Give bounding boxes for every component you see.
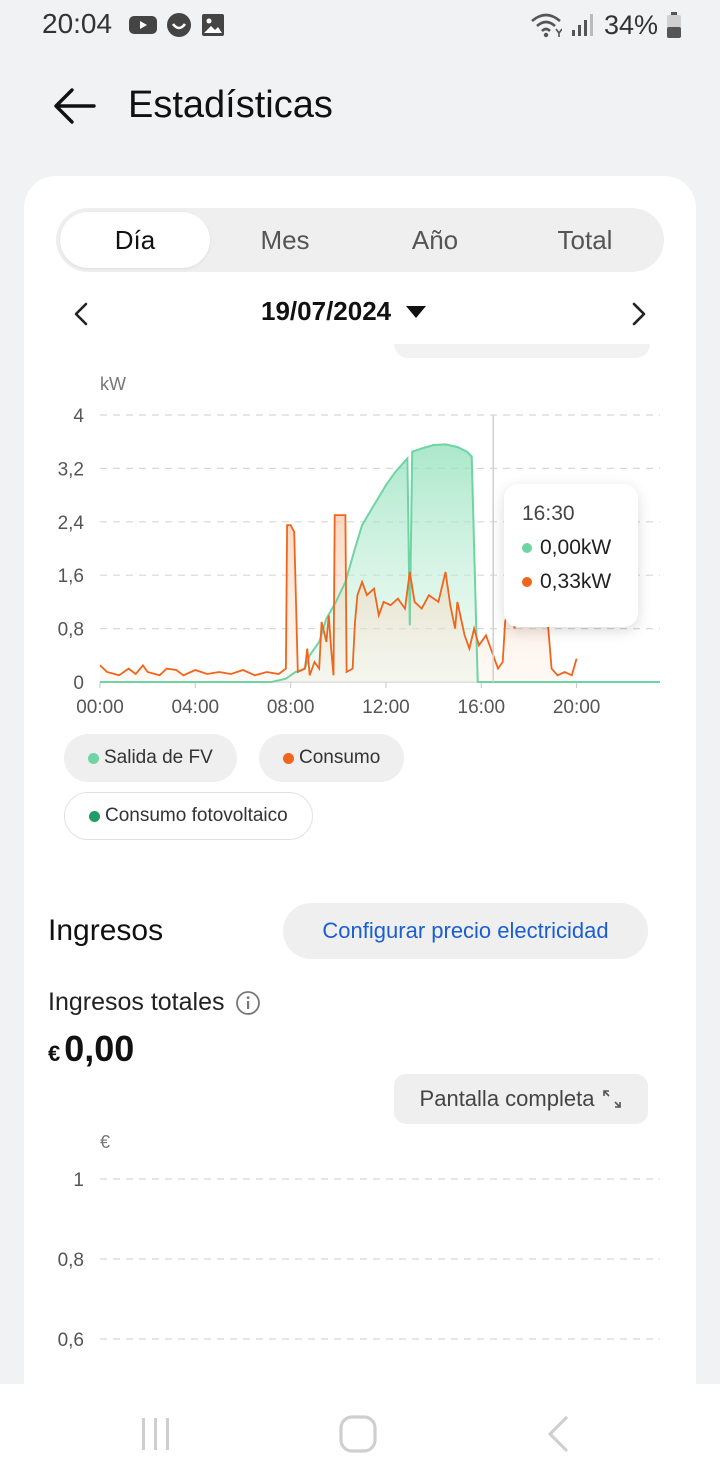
income-amount: 0,00 bbox=[64, 1028, 135, 1069]
back-button[interactable] bbox=[46, 78, 102, 134]
tooltip-value-pv: 0,00kW bbox=[540, 536, 612, 559]
tooltip-value-consumption: 0,33kW bbox=[540, 570, 612, 593]
x-tick-label: 16:00 bbox=[458, 697, 506, 718]
battery-percent: 34% bbox=[603, 9, 658, 40]
legend-label: Consumo bbox=[299, 747, 381, 768]
total-income-label-row: Ingresos totales bbox=[48, 988, 261, 1017]
y-tick-label: 1 bbox=[73, 1170, 84, 1191]
tab-ano[interactable]: Año bbox=[360, 212, 510, 268]
legend-dot bbox=[283, 752, 294, 764]
tooltip-row-consumption: 0,33kW bbox=[522, 570, 638, 594]
y-tick-label: 4 bbox=[73, 406, 84, 427]
tooltip-row-pv: 0,00kW bbox=[522, 536, 638, 560]
arrow-left-icon bbox=[54, 88, 96, 124]
youtube-icon bbox=[129, 16, 157, 34]
y-tick-label: 3,2 bbox=[58, 459, 84, 480]
legend-label: Consumo fotovoltaico bbox=[105, 805, 288, 826]
configure-price-button[interactable]: Configurar precio electricidad bbox=[283, 903, 648, 959]
period-tabs: Día Mes Año Total bbox=[56, 208, 664, 272]
income-chart-svg: €1 0,8 0,6 bbox=[58, 1132, 660, 1351]
y-tick-label: 0 bbox=[73, 673, 84, 694]
info-icon[interactable] bbox=[235, 990, 261, 1016]
caret-down-icon bbox=[406, 305, 427, 318]
chevron-left-icon[interactable] bbox=[64, 296, 100, 332]
currency-symbol: € bbox=[48, 1041, 61, 1066]
status-bar: 20:04 34% bbox=[0, 0, 720, 52]
legend-label: Salida de FV bbox=[104, 747, 213, 768]
tooltip-time: 16:30 bbox=[522, 502, 575, 525]
total-income-label: Ingresos totales bbox=[48, 988, 225, 1016]
scrolled-toolbar-edge bbox=[394, 344, 650, 358]
image-icon bbox=[202, 14, 224, 36]
total-income-value: € 0,00 bbox=[48, 1028, 134, 1070]
legend-item-consumo[interactable]: Consumo bbox=[259, 734, 405, 782]
fullscreen-button[interactable]: Pantalla completa bbox=[394, 1074, 648, 1124]
x-tick-label: 00:00 bbox=[76, 697, 124, 718]
income-section-title: Ingresos bbox=[48, 914, 164, 947]
expand-icon bbox=[603, 1090, 622, 1108]
x-tick-label: 04:00 bbox=[172, 697, 220, 718]
legend-item-salida-fv[interactable]: Salida de FV bbox=[64, 734, 237, 782]
y-tick-label: 0,6 bbox=[58, 1330, 84, 1351]
chart-tooltip: 16:30 0,00kW 0,33kW bbox=[504, 484, 638, 627]
y-tick-label: 0,8 bbox=[58, 620, 84, 641]
x-tick-label: 12:00 bbox=[362, 697, 410, 718]
legend-dot bbox=[89, 810, 100, 822]
chevron-right-icon[interactable] bbox=[620, 296, 656, 332]
y-tick-label: 2,4 bbox=[58, 513, 85, 534]
status-notification-icons bbox=[128, 10, 226, 40]
home-icon[interactable] bbox=[336, 1412, 380, 1456]
x-tick-label: 20:00 bbox=[553, 697, 601, 718]
status-time: 20:04 bbox=[42, 8, 113, 39]
app-icon bbox=[167, 13, 191, 37]
tooltip-dot-pv bbox=[522, 543, 532, 553]
date-navigator: 19/07/2024 bbox=[56, 286, 664, 342]
signal-icon bbox=[571, 14, 593, 36]
y-tick-label: 1,6 bbox=[58, 566, 84, 587]
y-axis-label: kW bbox=[100, 374, 126, 394]
back-icon[interactable] bbox=[538, 1412, 582, 1456]
wifi-icon bbox=[531, 13, 562, 38]
app-bar: Estadísticas bbox=[0, 70, 720, 142]
status-system-icons: 34% bbox=[530, 8, 682, 42]
legend-item-consumo-fotovoltaico[interactable]: Consumo fotovoltaico bbox=[64, 792, 313, 840]
page-title: Estadísticas bbox=[128, 84, 333, 126]
legend-dot bbox=[88, 752, 99, 764]
y-axis-label: € bbox=[100, 1132, 110, 1152]
date-text: 19/07/2024 bbox=[261, 296, 392, 326]
battery-icon bbox=[667, 12, 681, 38]
statistics-card: Día Mes Año Total 19/07/2024 kW 4 3,2 2,4 1,… bbox=[24, 176, 696, 1416]
x-tick-label: 08:00 bbox=[267, 697, 315, 718]
tab-total[interactable]: Total bbox=[510, 212, 660, 268]
system-nav-bar bbox=[0, 1384, 720, 1480]
income-chart: €1 0,8 0,6 bbox=[24, 1131, 696, 1416]
y-tick-label: 0,8 bbox=[58, 1250, 84, 1271]
tab-dia[interactable]: Día bbox=[60, 212, 210, 268]
fullscreen-label: Pantalla completa bbox=[419, 1086, 595, 1111]
date-dropdown[interactable]: 19/07/2024 bbox=[261, 296, 427, 327]
tooltip-dot-consumption bbox=[522, 577, 532, 587]
recents-icon[interactable] bbox=[134, 1412, 178, 1456]
tab-mes[interactable]: Mes bbox=[210, 212, 360, 268]
